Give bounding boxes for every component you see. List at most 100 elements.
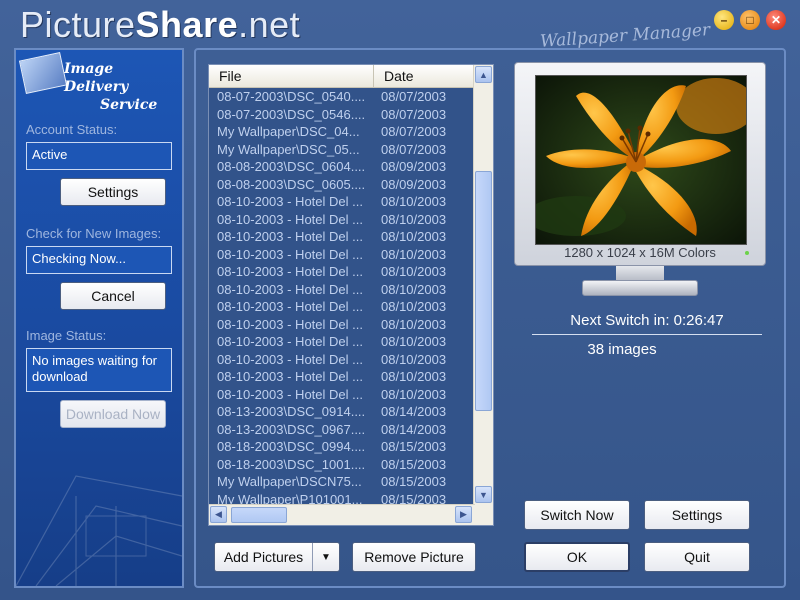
table-row[interactable]: 08-10-2003 - Hotel Del ... 08/10/2003	[209, 211, 475, 229]
file-list[interactable]: File Date 08-07-2003\DSC_0540.... 08/07/2…	[208, 64, 494, 526]
table-row[interactable]: My Wallpaper\DSC_04... 08/07/2003	[209, 123, 475, 141]
remove-picture-button[interactable]: Remove Picture	[352, 542, 476, 572]
table-row[interactable]: 08-18-2003\DSC_1001.... 08/15/2003	[209, 456, 475, 474]
date-cell: 08/10/2003	[381, 299, 447, 314]
monitor-preview: 1280 x 1024 x 16M Colors	[514, 62, 766, 266]
file-cell: 08-08-2003\DSC_0605....	[217, 176, 366, 192]
table-row[interactable]: 08-10-2003 - Hotel Del ... 08/10/2003	[209, 228, 475, 246]
scroll-down-arrow-icon[interactable]: ▼	[475, 486, 492, 503]
table-row[interactable]: My Wallpaper\P101001... 08/15/2003	[209, 491, 475, 505]
switch-now-button[interactable]: Switch Now	[524, 500, 630, 530]
table-row[interactable]: 08-10-2003 - Hotel Del ... 08/10/2003	[209, 246, 475, 264]
date-cell: 08/10/2003	[381, 386, 447, 402]
date-cell: 08/07/2003	[381, 124, 447, 139]
brand-logo: PictureShare.net	[20, 4, 300, 46]
column-header-file[interactable]: File	[209, 65, 374, 87]
date-cell: 08/10/2003	[381, 246, 447, 262]
date-cell: 08/07/2003	[381, 106, 447, 122]
table-row[interactable]: 08-10-2003 - Hotel Del ... 08/10/2003	[209, 281, 475, 299]
photo-thumbnail-icon	[18, 52, 68, 94]
account-settings-button[interactable]: Settings	[60, 178, 166, 206]
scroll-up-arrow-icon[interactable]: ▲	[475, 66, 492, 83]
table-row[interactable]: 08-08-2003\DSC_0605.... 08/09/2003	[209, 176, 475, 194]
window-controls: – □ ✕	[714, 10, 786, 30]
table-row[interactable]: 08-10-2003 - Hotel Del ... 08/10/2003	[209, 351, 475, 369]
date-cell: 08/10/2003	[381, 316, 447, 332]
service-logo-text: Image Delivery Service	[64, 60, 182, 114]
file-cell: 08-18-2003\DSC_1001....	[217, 456, 366, 472]
table-row[interactable]: 08-13-2003\DSC_0914.... 08/14/2003	[209, 403, 475, 421]
brand-name-suffix: .net	[238, 4, 301, 45]
dropdown-arrow-icon[interactable]: ▼	[313, 543, 339, 571]
image-status-field: No images waiting for download	[26, 348, 172, 392]
date-cell: 08/10/2003	[381, 211, 447, 227]
minimize-button[interactable]: –	[714, 10, 734, 30]
status-divider	[532, 334, 762, 335]
table-row[interactable]: 08-10-2003 - Hotel Del ... 08/10/2003	[209, 316, 475, 334]
close-button[interactable]: ✕	[766, 10, 786, 30]
download-now-button[interactable]: Download Now	[60, 400, 166, 428]
table-row[interactable]: 08-13-2003\DSC_0967.... 08/14/2003	[209, 421, 475, 439]
table-row[interactable]: 08-10-2003 - Hotel Del ... 08/10/2003	[209, 333, 475, 351]
date-cell: 08/10/2003	[381, 334, 447, 349]
vertical-scrollbar[interactable]: ▲ ▼	[473, 65, 493, 505]
horizontal-scroll-thumb[interactable]	[231, 507, 287, 523]
ok-button[interactable]: OK	[524, 542, 630, 572]
horizontal-scrollbar[interactable]: ◀ ▶	[209, 504, 475, 525]
table-row[interactable]: 08-10-2003 - Hotel Del ... 08/10/2003	[209, 263, 475, 281]
table-row[interactable]: My Wallpaper\DSC_05... 08/07/2003	[209, 141, 475, 159]
file-cell: 08-10-2003 - Hotel Del ...	[217, 194, 363, 209]
scroll-left-arrow-icon[interactable]: ◀	[210, 506, 227, 523]
scrollbar-corner	[474, 505, 493, 525]
file-cell: 08-10-2003 - Hotel Del ...	[217, 264, 363, 279]
lily-flower-image	[536, 76, 746, 244]
date-cell: 08/09/2003	[381, 159, 447, 174]
table-row[interactable]: 08-08-2003\DSC_0604.... 08/09/2003	[209, 158, 475, 176]
file-cell: 08-10-2003 - Hotel Del ...	[217, 229, 363, 244]
file-cell: My Wallpaper\P101001...	[217, 491, 363, 505]
add-pictures-button[interactable]: Add Pictures ▼	[214, 542, 340, 572]
file-cell: My Wallpaper\DSC_05...	[217, 141, 360, 157]
quit-button[interactable]: Quit	[644, 542, 750, 572]
table-row[interactable]: 08-10-2003 - Hotel Del ... 08/10/2003	[209, 368, 475, 386]
table-row[interactable]: 08-07-2003\DSC_0540.... 08/07/2003	[209, 88, 475, 106]
file-cell: 08-13-2003\DSC_0914....	[217, 404, 366, 419]
file-cell: 08-10-2003 - Hotel Del ...	[217, 334, 363, 349]
date-cell: 08/10/2003	[381, 369, 447, 384]
brand-name-light: Picture	[20, 4, 136, 45]
table-row[interactable]: 08-18-2003\DSC_0994.... 08/15/2003	[209, 438, 475, 456]
image-count: 38 images	[587, 341, 657, 358]
table-row[interactable]: 08-10-2003 - Hotel Del ... 08/10/2003	[209, 193, 475, 211]
date-cell: 08/10/2003	[381, 351, 447, 367]
date-cell: 08/15/2003	[381, 456, 447, 472]
file-cell: 08-10-2003 - Hotel Del ...	[217, 351, 363, 367]
file-cell: 08-18-2003\DSC_0994....	[217, 439, 366, 454]
image-status-label: Image Status:	[26, 328, 107, 343]
table-row[interactable]: 08-10-2003 - Hotel Del ... 08/10/2003	[209, 386, 475, 404]
settings-button[interactable]: Settings	[644, 500, 750, 530]
table-row[interactable]: My Wallpaper\DSCN75... 08/15/2003	[209, 473, 475, 491]
date-cell: 08/10/2003	[381, 264, 447, 279]
file-cell: 08-13-2003\DSC_0967....	[217, 421, 366, 437]
add-pictures-label[interactable]: Add Pictures	[215, 543, 313, 571]
date-cell: 08/09/2003	[381, 176, 447, 192]
account-status-label: Account Status:	[26, 122, 118, 137]
column-header-date[interactable]: Date	[374, 65, 414, 87]
file-cell: 08-08-2003\DSC_0604....	[217, 159, 366, 174]
resolution-label: 1280 x 1024 x 16M Colors	[564, 245, 716, 260]
vertical-scroll-thumb[interactable]	[475, 171, 492, 411]
cancel-button[interactable]: Cancel	[60, 282, 166, 310]
file-cell: 08-10-2003 - Hotel Del ...	[217, 246, 363, 262]
check-images-field: Checking Now...	[26, 246, 172, 274]
date-cell: 08/07/2003	[381, 141, 447, 157]
table-row[interactable]: 08-10-2003 - Hotel Del ... 08/10/2003	[209, 298, 475, 316]
table-row[interactable]: 08-07-2003\DSC_0546.... 08/07/2003	[209, 106, 475, 124]
file-cell: My Wallpaper\DSCN75...	[217, 474, 362, 489]
file-list-rows: 08-07-2003\DSC_0540.... 08/07/2003 08-07-2…	[209, 88, 475, 504]
scroll-right-arrow-icon[interactable]: ▶	[455, 506, 472, 523]
power-led-icon	[745, 251, 749, 255]
account-status-field: Active	[26, 142, 172, 170]
maximize-button[interactable]: □	[740, 10, 760, 30]
file-cell: My Wallpaper\DSC_04...	[217, 124, 360, 139]
decorative-lines-icon	[16, 475, 182, 586]
